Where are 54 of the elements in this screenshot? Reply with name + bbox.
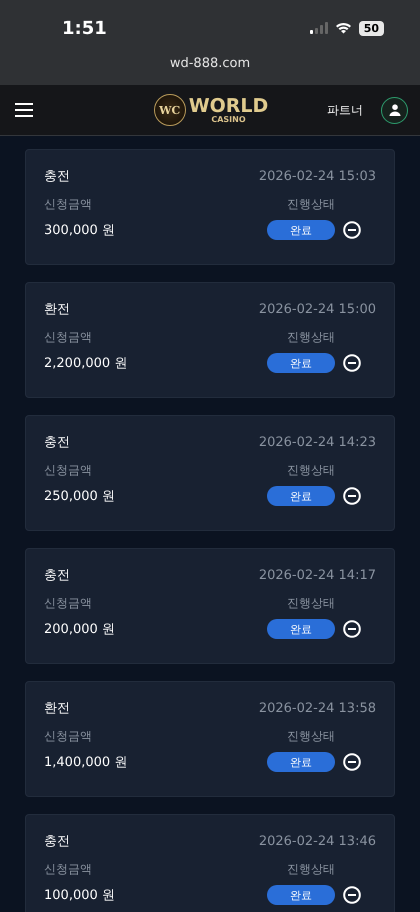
- amount-value: 100,000 원: [44, 887, 115, 904]
- amount-label: 신청금액: [44, 462, 92, 479]
- collapse-icon[interactable]: [343, 886, 361, 904]
- transaction-type: 충전: [44, 168, 70, 185]
- signal-icon: [310, 22, 328, 34]
- status-badge: 완료: [267, 885, 335, 905]
- collapse-icon[interactable]: [343, 221, 361, 239]
- menu-icon[interactable]: [15, 103, 33, 117]
- status-label: 진행상태: [287, 196, 335, 213]
- amount-label: 신청금액: [44, 329, 92, 346]
- status-badge: 완료: [267, 752, 335, 772]
- status-badge: 완료: [267, 353, 335, 373]
- user-icon: [388, 104, 400, 116]
- collapse-icon[interactable]: [343, 354, 361, 372]
- transaction-type: 충전: [44, 434, 70, 451]
- collapse-icon[interactable]: [343, 620, 361, 638]
- transaction-date: 2026-02-24 13:46: [258, 834, 376, 848]
- battery-level: 50: [358, 20, 384, 36]
- amount-value: 2,200,000 원: [44, 355, 128, 372]
- transaction-type: 충전: [44, 567, 70, 584]
- amount-value: 300,000 원: [44, 222, 115, 239]
- profile-button[interactable]: [381, 96, 408, 124]
- transaction-date: 2026-02-24 14:17: [258, 568, 376, 582]
- transaction-type: 환전: [44, 301, 70, 318]
- transaction-type: 충전: [44, 833, 70, 850]
- status-time: 1:51: [62, 18, 107, 38]
- collapse-icon[interactable]: [343, 753, 361, 771]
- transaction-date: 2026-02-24 13:58: [258, 700, 376, 716]
- logo-title: WORLD: [188, 96, 268, 116]
- status-badge: 완료: [267, 486, 335, 506]
- amount-label: 신청금액: [44, 595, 92, 612]
- wifi-icon: [334, 22, 352, 34]
- status-label: 진행상태: [287, 861, 335, 878]
- amount-label: 신청금액: [44, 861, 92, 878]
- status-badge: 완료: [267, 220, 335, 240]
- amount-label: 신청금액: [44, 728, 92, 745]
- logo-subtitle: CASINO: [211, 116, 246, 124]
- status-label: 진행상태: [287, 728, 335, 745]
- transaction-date: 2026-02-24 14:23: [258, 434, 376, 450]
- amount-value: 250,000 원: [44, 488, 115, 505]
- collapse-icon[interactable]: [343, 487, 361, 505]
- partner-link[interactable]: 파트너: [327, 102, 363, 118]
- status-label: 진행상태: [287, 595, 335, 612]
- status-badge: 완료: [267, 619, 335, 639]
- transaction-type: 환전: [44, 700, 70, 717]
- status-label: 진행상태: [287, 329, 335, 346]
- logo-emblem: WC: [154, 94, 186, 126]
- amount-label: 신청금액: [44, 196, 92, 213]
- amount-value: 200,000 원: [44, 621, 115, 638]
- transaction-date: 2026-02-24 15:03: [258, 168, 376, 184]
- transaction-date: 2026-02-24 15:00: [258, 302, 376, 316]
- url-text: wd-888.com: [170, 56, 250, 71]
- amount-value: 1,400,000 원: [44, 754, 128, 771]
- status-label: 진행상태: [287, 462, 335, 479]
